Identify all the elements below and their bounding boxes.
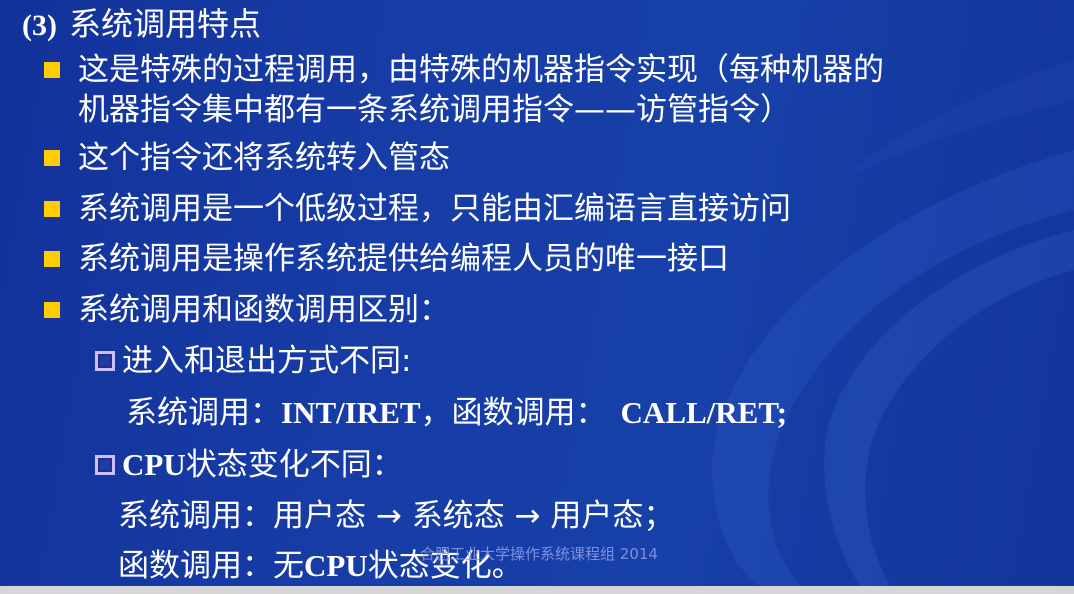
state-user: 用户态 [273,498,366,534]
detail-separator: ，函数调用： [420,395,607,431]
bullet-3: 系统调用是一个低级过程，只能由汇编语言直接访问 [78,191,791,227]
sub-bullet-square-icon [95,455,115,475]
state-system: 系统态 [411,498,505,534]
arrow-right-icon: → [504,498,551,534]
sub-item-2-detail-1: 系统调用：用户态 → 系统态 → 用户态； [118,496,674,536]
bullet-1-line-1: 这是特殊的过程调用，由特殊的机器指令实现（每种机器的 [78,52,884,88]
detail-label: 系统调用： [118,498,273,534]
bottom-bar [0,586,1074,594]
footer-watermark: 合肥工业大学操作系统课程组 2014 [420,545,658,563]
title-number: (3) [22,9,57,42]
title-text: 系统调用特点 [68,5,261,43]
bullet-square-icon [44,251,60,267]
page-title: (3) 系统调用特点 [22,4,261,46]
sub-item-1-heading: 进入和退出方式不同: [122,343,412,379]
bullet-2: 这个指令还将系统转入管态 [78,140,450,176]
heading-latin: CPU [122,447,186,482]
bullet-square-icon [44,62,60,78]
bullet-square-icon [44,150,60,166]
arrow-right-icon: → [366,498,412,534]
slide: (3) 系统调用特点 这是特殊的过程调用，由特殊的机器指令实现（每种机器的 机器指… [0,0,1074,586]
state-user-return: 用户态； [550,498,675,534]
bullet-1-line-2: 机器指令集中都有一条系统调用指令——访管指令） [78,92,791,128]
detail-latin: CPU [304,548,368,583]
bullet-square-icon [44,302,60,318]
bullet-5: 系统调用和函数调用区别： [78,292,450,328]
heading-text: 状态变化不同： [185,447,403,483]
bullet-square-icon [44,201,60,217]
sub-item-2-heading: CPU状态变化不同： [122,445,403,485]
sub-bullet-square-icon [95,351,115,371]
bullet-4: 系统调用是操作系统提供给编程人员的唯一接口 [78,241,729,277]
detail-value-call-ret: CALL/RET; [620,395,788,430]
sub-item-1-detail: 系统调用：INT/IRET，函数调用： CALL/RET; [126,393,787,433]
detail-label: 系统调用： [126,395,281,431]
detail-pre: 无 [273,548,304,584]
detail-label: 函数调用： [118,548,273,584]
detail-value-int-iret: INT/IRET [281,395,421,430]
